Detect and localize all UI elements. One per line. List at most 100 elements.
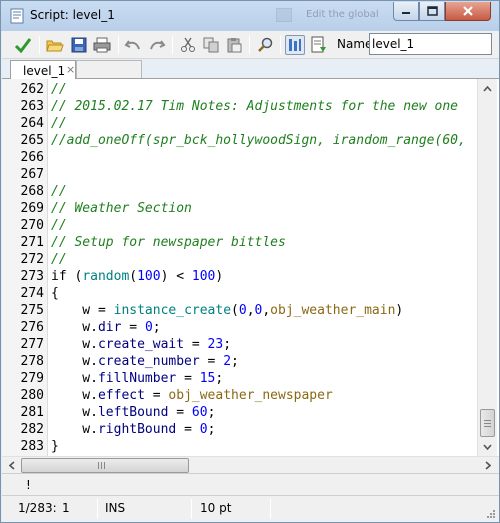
- code-token-op: (: [129, 269, 138, 284]
- title-bar[interactable]: Script: level_1 Edit the global: [1, 1, 499, 31]
- code-line[interactable]: 281 w.leftBound = 60;: [2, 404, 475, 421]
- code-line[interactable]: 272 //: [2, 251, 475, 268]
- line-number: 266: [20, 150, 44, 165]
- code-token-plain: w.: [51, 422, 98, 437]
- code-text: w.leftBound = 60;: [51, 404, 215, 421]
- toolbar-separator: [249, 36, 250, 54]
- code-token-comment: //: [51, 252, 67, 267]
- code-line[interactable]: 264 //: [2, 115, 475, 132]
- line-number: 267: [20, 167, 44, 182]
- redo-button[interactable]: [147, 35, 167, 55]
- ok-button[interactable]: [13, 35, 33, 55]
- code-token-number: 0: [238, 303, 247, 318]
- tab-label: level_1: [23, 64, 66, 78]
- maximize-button[interactable]: [419, 2, 445, 21]
- code-token-op: ) <: [160, 269, 192, 284]
- code-line[interactable]: 283}: [2, 438, 475, 455]
- horizontal-scroll-thumb[interactable]: [21, 458, 189, 473]
- code-token-comment: //: [51, 116, 67, 131]
- name-input[interactable]: [369, 33, 492, 55]
- scroll-left-button[interactable]: [4, 458, 19, 473]
- check-icon: [14, 38, 32, 54]
- code-line[interactable]: 273 if (random(100) < 100): [2, 268, 475, 285]
- cursor-position: 1/283:: [18, 501, 57, 515]
- ruler-toggle-icon: [289, 39, 301, 51]
- code-line[interactable]: 270 //: [2, 217, 475, 234]
- print-button[interactable]: [92, 35, 112, 55]
- insert-snippet-button[interactable]: [309, 35, 329, 55]
- color-coding-toggle[interactable]: [285, 35, 305, 55]
- code-text: w.rightBound = 0;: [51, 421, 215, 438]
- code-line[interactable]: 271 // Setup for newspaper bittles: [2, 234, 475, 251]
- cut-button[interactable]: [178, 35, 198, 55]
- code-line[interactable]: 276 w.dir = 0;: [2, 319, 475, 336]
- code-token-plain: w.: [51, 354, 98, 369]
- code-line[interactable]: 268 //: [2, 183, 475, 200]
- code-line[interactable]: 263 // 2015.02.17 Tim Notes: Adjustments …: [2, 98, 475, 115]
- close-button[interactable]: [445, 2, 491, 21]
- tab-strip: level_1 ×: [2, 59, 499, 80]
- code-token-comment: //: [51, 82, 67, 97]
- code-line[interactable]: 266: [2, 149, 475, 166]
- code-line[interactable]: 280 w.effect = obj_weather_newspaper: [2, 387, 475, 404]
- code-token-op: =: [199, 354, 224, 369]
- code-token-number: 60: [191, 405, 208, 420]
- resize-grip-icon[interactable]: [486, 509, 496, 519]
- code-token-comment: //: [51, 184, 67, 199]
- code-token-op: ;: [223, 337, 232, 352]
- code-line[interactable]: 282 w.rightBound = 0;: [2, 421, 475, 438]
- horizontal-scrollbar[interactable]: [2, 456, 499, 473]
- vertical-scrollbar[interactable]: [477, 79, 497, 456]
- line-number: 277: [20, 337, 44, 352]
- tab-close-icon[interactable]: ×: [66, 63, 75, 76]
- tab-level-1[interactable]: level_1 ×: [10, 60, 76, 80]
- toolbar-separator: [39, 36, 40, 54]
- tab-empty[interactable]: [76, 60, 142, 78]
- line-number: 265: [20, 133, 44, 148]
- open-button[interactable]: [45, 35, 65, 55]
- line-number: 278: [20, 354, 44, 369]
- grip-line: [101, 462, 102, 469]
- scroll-right-button[interactable]: [480, 458, 495, 473]
- scroll-down-button[interactable]: [480, 439, 495, 454]
- code-token-op: ;: [152, 320, 161, 335]
- line-number: 275: [20, 303, 44, 318]
- toolbar-separator: [172, 36, 173, 54]
- save-button[interactable]: [69, 35, 89, 55]
- code-line[interactable]: 267: [2, 166, 475, 183]
- toolbar-separator: [280, 36, 281, 54]
- line-number: 271: [20, 235, 44, 250]
- code-line[interactable]: 275 w = instance_create(0,0,obj_weather_…: [2, 302, 475, 319]
- line-number: 281: [20, 405, 44, 420]
- paste-button[interactable]: [224, 35, 244, 55]
- code-text: //: [51, 251, 67, 268]
- code-line[interactable]: 274 {: [2, 285, 475, 302]
- code-line[interactable]: 277 w.create_wait = 23;: [2, 336, 475, 353]
- vertical-scroll-thumb[interactable]: [480, 409, 495, 437]
- code-line[interactable]: 265 //add_oneOff(spr_bck_hollywoodSign, i…: [2, 132, 475, 149]
- code-line[interactable]: 262 //: [2, 81, 475, 98]
- code-editor[interactable]: 262 // 263 // 2015.02.17 Tim Notes: Adjustm…: [2, 79, 499, 456]
- code-line[interactable]: 278 w.create_number = 2;: [2, 353, 475, 370]
- code-text: // Weather Section: [51, 200, 192, 217]
- scroll-up-button[interactable]: [480, 81, 495, 96]
- code-token-variable: rightBound: [97, 422, 177, 437]
- code-token-op: ,: [246, 303, 255, 318]
- code-line[interactable]: 279 w.fillNumber = 15;: [2, 370, 475, 387]
- undo-button[interactable]: [123, 35, 143, 55]
- code-text: //add_oneOff(spr_bck_hollywoodSign, iran…: [51, 132, 466, 149]
- code-line[interactable]: 269 // Weather Section: [2, 200, 475, 217]
- code-text: //: [51, 115, 67, 132]
- status-bar: 1/283: 1 INS 10 pt: [2, 495, 499, 522]
- minimize-button[interactable]: [393, 2, 419, 21]
- find-button[interactable]: [255, 35, 275, 55]
- code-text: {: [51, 285, 59, 302]
- code-token-op: ): [215, 269, 224, 284]
- code-text: }: [51, 438, 59, 455]
- copy-button[interactable]: [201, 35, 221, 55]
- message-bar: !: [2, 473, 499, 495]
- code-text: // Setup for newspaper bittles: [51, 234, 286, 251]
- code-token-resource: obj_weather_newspaper: [168, 388, 333, 403]
- line-number: 273: [20, 269, 44, 284]
- code-text: w.create_number = 2;: [51, 353, 239, 370]
